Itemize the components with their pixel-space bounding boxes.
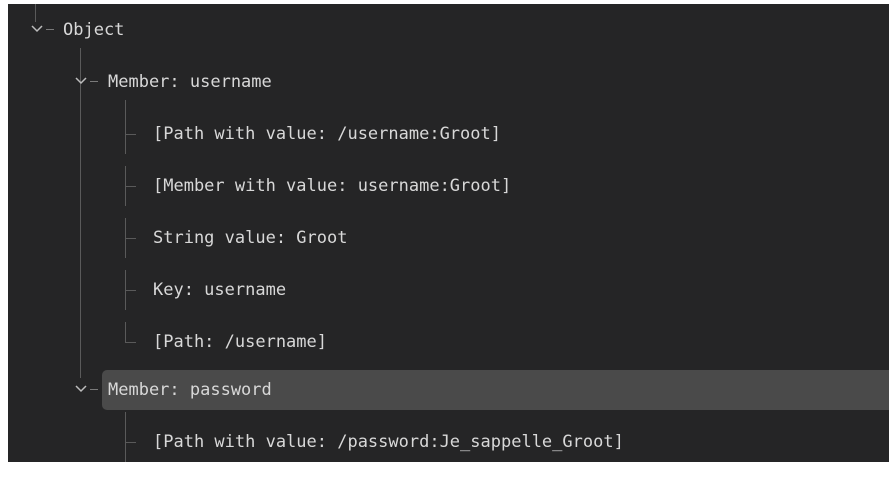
tree-row-member-username[interactable]: Member: username [8,62,889,102]
tree-leaf-label: String value: Groot [153,228,348,248]
tree-view-panel: Object Member: username [Path with value… [8,4,889,462]
tree-branch-line [125,422,136,462]
tree-branch-line [125,270,136,310]
chevron-down-icon[interactable] [30,22,44,36]
tree-row-leaf[interactable]: [Path with value: /username:Groot] [8,114,889,154]
tree-connector [46,29,54,30]
page-background-strip [0,462,889,489]
tree-branch-line [125,166,136,206]
tree-branch-line [125,114,136,154]
tree-node-label: Object [63,20,125,40]
tree-branch-line [125,218,136,258]
tree-node-label: Member: password [108,380,272,400]
tree-row-leaf[interactable]: String value: Groot [8,218,889,258]
tree-row-leaf[interactable]: Key: username [8,270,889,310]
tree-leaf-label: Key: username [153,280,287,300]
tree-row-leaf[interactable]: [Path with value: /password:Je_sappelle_… [8,422,889,462]
tree-row-leaf[interactable]: [Member with value: username:Groot] [8,166,889,206]
tree-connector [90,81,98,82]
tree-leaf-label: [Path: /username] [153,332,327,352]
tree-leaf-label: [Path with value: /username:Groot] [153,124,501,144]
tree-row-leaf[interactable]: [Path: /username] [8,322,889,362]
tree-leaf-label: [Member with value: username:Groot] [153,176,512,196]
tree-node-label: Member: username [108,72,272,92]
tree-connector [90,389,98,390]
chevron-down-icon[interactable] [74,74,88,88]
tree-row-object[interactable]: Object [8,10,889,50]
chevron-down-icon[interactable] [74,382,88,396]
tree-leaf-label: [Path with value: /password:Je_sappelle_… [153,432,624,452]
tree-row-member-password[interactable]: Member: password [8,370,889,410]
tree-branch-line [125,322,136,343]
